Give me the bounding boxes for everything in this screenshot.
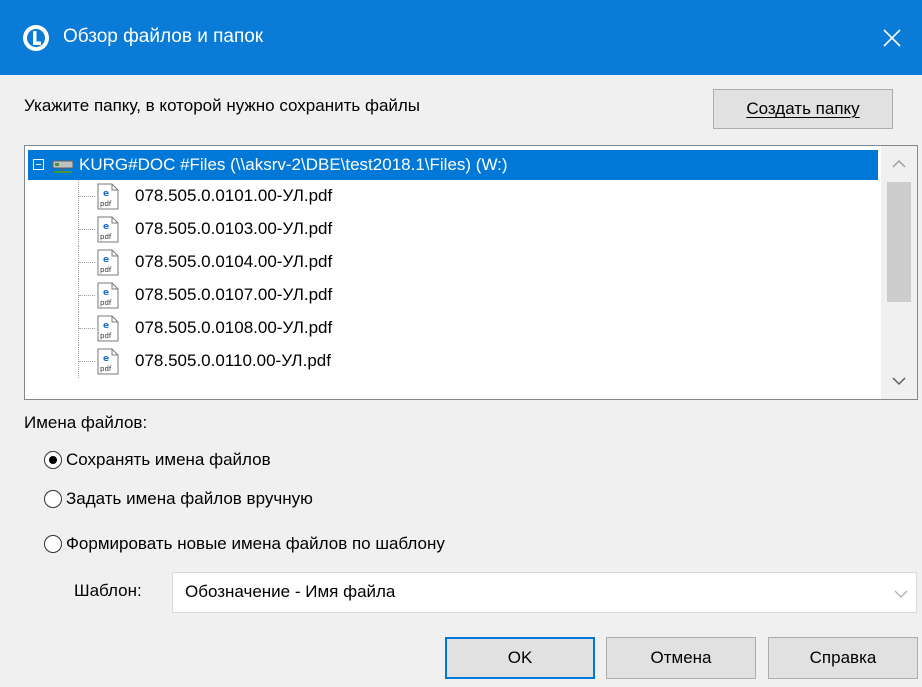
tree-file-list: e pdf 078.505.0.0101.00-УЛ.pdf e pdf 078… [25, 180, 880, 378]
list-item[interactable]: e pdf 078.505.0.0108.00-УЛ.pdf [25, 312, 880, 345]
close-icon [883, 28, 901, 47]
create-folder-label: Создать папку [746, 99, 860, 118]
radio-manual-names[interactable]: Задать имена файлов вручную [44, 486, 313, 512]
radio-button[interactable] [44, 490, 62, 508]
window-title: Обзор файлов и папок [63, 26, 264, 47]
list-item[interactable]: e pdf 078.505.0.0104.00-УЛ.pdf [25, 246, 880, 279]
svg-text:e: e [103, 189, 109, 199]
template-combobox[interactable]: Обозначение - Имя файла [172, 572, 917, 613]
radio-manual-names-label: Задать имена файлов вручную [66, 489, 313, 508]
pdf-file-icon: e pdf [97, 183, 119, 210]
tree-root-label: KURG#DOC #Files (\\aksrv-2\DBE\test2018.… [79, 155, 508, 174]
chevron-down-icon [892, 377, 906, 386]
list-item[interactable]: e pdf 078.505.0.0107.00-УЛ.pdf [25, 279, 880, 312]
instruction-text: Укажите папку, в которой нужно сохранить… [24, 96, 421, 115]
list-item[interactable]: e pdf 078.505.0.0103.00-УЛ.pdf [25, 213, 880, 246]
svg-text:pdf: pdf [100, 299, 112, 307]
cancel-label: Отмена [650, 648, 712, 667]
title-bar: Обзор файлов и папок [0, 0, 922, 75]
svg-text:pdf: pdf [100, 233, 112, 241]
chevron-down-icon[interactable] [894, 587, 908, 601]
radio-keep-names[interactable]: Сохранять имена файлов [44, 447, 271, 473]
help-label: Справка [809, 648, 877, 667]
pdf-file-icon: e pdf [97, 282, 119, 309]
cancel-button[interactable]: Отмена [606, 637, 756, 679]
template-value: Обозначение - Имя файла [185, 582, 396, 601]
scroll-up-button[interactable] [881, 146, 917, 182]
tree-root-item[interactable]: KURG#DOC #Files (\\aksrv-2\DBE\test2018.… [28, 150, 878, 180]
network-drive-icon [52, 160, 74, 173]
file-names-label: Имена файлов: [24, 413, 148, 432]
list-item[interactable]: e pdf 078.505.0.0110.00-УЛ.pdf [25, 345, 880, 378]
app-logo-icon [23, 25, 49, 51]
radio-button[interactable] [44, 535, 62, 553]
svg-text:pdf: pdf [100, 332, 112, 340]
template-label: Шаблон: [74, 581, 142, 600]
svg-text:e: e [103, 255, 109, 265]
pdf-file-icon: e pdf [97, 315, 119, 342]
svg-text:e: e [103, 354, 109, 364]
file-name: 078.505.0.0108.00-УЛ.pdf [135, 318, 333, 337]
file-name: 078.505.0.0103.00-УЛ.pdf [135, 219, 333, 238]
svg-text:e: e [103, 222, 109, 232]
file-name: 078.505.0.0107.00-УЛ.pdf [135, 285, 333, 304]
chevron-up-icon [892, 159, 906, 168]
radio-template-names[interactable]: Формировать новые имена файлов по шаблон… [44, 531, 445, 557]
tree-scrollbar[interactable] [881, 146, 917, 399]
folder-tree[interactable]: KURG#DOC #Files (\\aksrv-2\DBE\test2018.… [24, 145, 918, 400]
help-button[interactable]: Справка [768, 637, 918, 679]
svg-text:e: e [103, 321, 109, 331]
scroll-thumb[interactable] [887, 182, 911, 302]
file-name: 078.505.0.0110.00-УЛ.pdf [135, 351, 331, 370]
ok-button[interactable]: OK [445, 637, 595, 679]
pdf-file-icon: e pdf [97, 348, 119, 375]
pdf-file-icon: e pdf [97, 249, 119, 276]
ok-label: OK [507, 648, 533, 667]
svg-text:pdf: pdf [100, 266, 112, 274]
file-name: 078.505.0.0104.00-УЛ.pdf [135, 252, 333, 271]
collapse-toggle[interactable] [33, 159, 44, 170]
radio-keep-names-label: Сохранять имена файлов [66, 450, 271, 469]
scroll-down-button[interactable] [881, 363, 917, 399]
radio-template-names-label: Формировать новые имена файлов по шаблон… [66, 534, 445, 553]
create-folder-button[interactable]: Создать папку [713, 89, 893, 129]
svg-text:e: e [103, 288, 109, 298]
file-name: 078.505.0.0101.00-УЛ.pdf [135, 186, 333, 205]
radio-button-checked[interactable] [44, 451, 62, 469]
list-item[interactable]: e pdf 078.505.0.0101.00-УЛ.pdf [25, 180, 880, 213]
close-button[interactable] [862, 0, 922, 75]
pdf-file-icon: e pdf [97, 216, 119, 243]
svg-text:pdf: pdf [100, 200, 112, 208]
svg-text:pdf: pdf [100, 365, 112, 373]
